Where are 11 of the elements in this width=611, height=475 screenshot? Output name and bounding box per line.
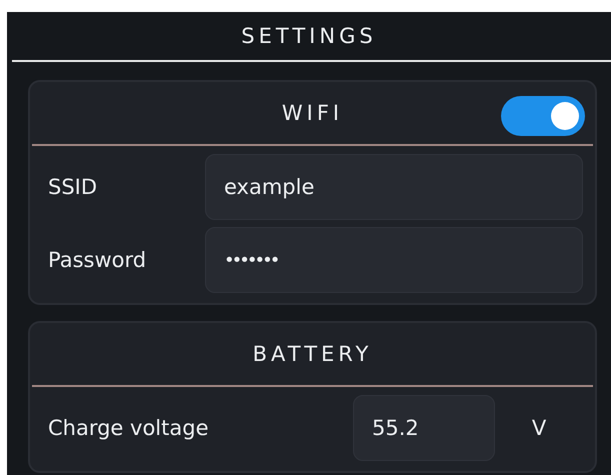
input-field[interactable]: example (205, 154, 583, 220)
section-title: WIFI (282, 101, 344, 125)
section-title: BATTERY (252, 342, 372, 366)
toggle-switch[interactable] (501, 96, 585, 136)
field-label: Password (48, 248, 146, 272)
input-field[interactable]: 55.2 (353, 395, 495, 461)
password-field[interactable]: ••••••• (205, 227, 583, 293)
field-label: Charge voltage (48, 416, 208, 440)
field-label: SSID (48, 175, 98, 199)
page-title: SETTINGS (240, 23, 378, 50)
unit-label: V (530, 416, 548, 440)
